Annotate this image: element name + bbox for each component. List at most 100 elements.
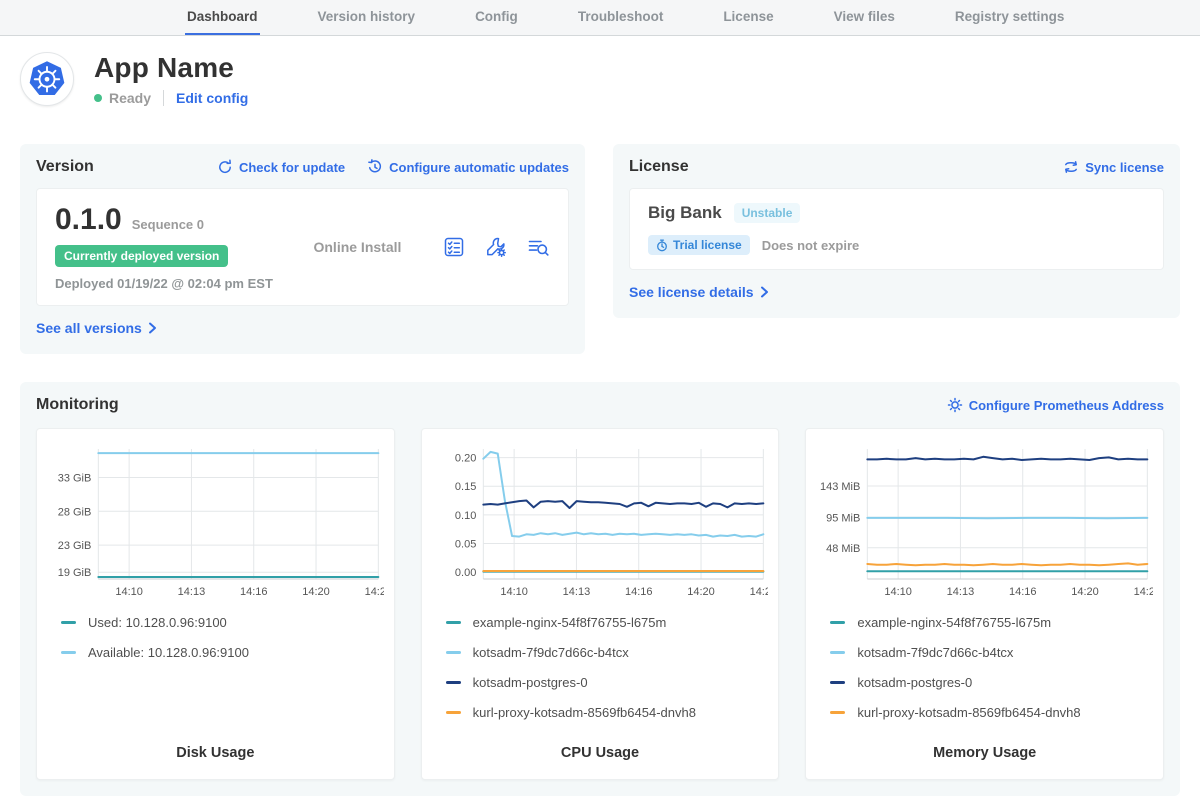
config-wrench-icon xyxy=(484,235,508,259)
trial-license-badge: Trial license xyxy=(648,235,750,255)
cpu-usage-chart: 0.000.050.100.150.2014:1014:1314:1614:20… xyxy=(432,441,769,601)
legend-label: Available: 10.128.0.96:9100 xyxy=(88,645,249,660)
svg-text:0.05: 0.05 xyxy=(455,538,476,550)
app-status: Ready xyxy=(109,90,151,106)
tab-registry-settings[interactable]: Registry settings xyxy=(953,0,1067,35)
tab-dashboard[interactable]: Dashboard xyxy=(185,0,260,35)
svg-text:14:16: 14:16 xyxy=(1009,586,1037,598)
refresh-icon xyxy=(217,159,233,175)
legend-color-dash xyxy=(61,651,76,654)
legend-color-dash xyxy=(830,681,845,684)
svg-text:143 MiB: 143 MiB xyxy=(820,481,860,493)
app-avatar xyxy=(20,52,74,106)
legend-color-dash xyxy=(446,651,461,654)
legend-label: kurl-proxy-kotsadm-8569fb6454-dnvh8 xyxy=(857,705,1080,720)
chevron-right-icon xyxy=(760,286,769,298)
preflight-checks-icon xyxy=(442,235,466,259)
legend-item: kotsadm-postgres-0 xyxy=(830,675,1153,690)
version-card: Version Check for update xyxy=(20,144,585,354)
version-number: 0.1.0 xyxy=(55,203,122,237)
top-nav: Dashboard Version history Config Trouble… xyxy=(0,0,1200,36)
svg-text:95 MiB: 95 MiB xyxy=(826,512,860,524)
svg-text:14:16: 14:16 xyxy=(625,586,653,598)
svg-text:14:10: 14:10 xyxy=(885,586,913,598)
chevron-right-icon xyxy=(148,322,157,334)
divider xyxy=(163,90,164,106)
clock-refresh-icon xyxy=(367,159,383,175)
disk-usage-legend: Used: 10.128.0.96:9100 Available: 10.128.… xyxy=(61,615,384,675)
legend-label: Used: 10.128.0.96:9100 xyxy=(88,615,227,630)
deployed-timestamp: Deployed 01/19/22 @ 02:04 pm EST xyxy=(55,276,273,291)
license-card-title: License xyxy=(629,158,689,176)
svg-text:14:20: 14:20 xyxy=(687,586,715,598)
svg-text:14:10: 14:10 xyxy=(115,586,143,598)
svg-text:14:13: 14:13 xyxy=(947,586,975,598)
kubernetes-logo-icon xyxy=(28,60,66,98)
tab-version-history[interactable]: Version history xyxy=(316,0,418,35)
sync-license-button[interactable]: Sync license xyxy=(1063,159,1164,175)
memory-usage-chart-card: 48 MiB95 MiB143 MiB14:1014:1314:1614:201… xyxy=(805,428,1164,780)
stopwatch-icon xyxy=(656,239,668,252)
legend-item: kotsadm-postgres-0 xyxy=(446,675,769,690)
view-logs-button[interactable] xyxy=(526,235,550,259)
ready-status-dot xyxy=(94,94,102,102)
svg-text:14:23: 14:23 xyxy=(365,586,384,598)
see-license-details-link[interactable]: See license details xyxy=(629,284,769,300)
legend-item: Used: 10.128.0.96:9100 xyxy=(61,615,384,630)
svg-text:14:23: 14:23 xyxy=(749,586,768,598)
see-all-versions-link[interactable]: See all versions xyxy=(36,320,157,336)
legend-label: kotsadm-postgres-0 xyxy=(473,675,588,690)
license-expiry: Does not expire xyxy=(762,238,860,253)
svg-text:14:20: 14:20 xyxy=(1072,586,1100,598)
gear-icon xyxy=(947,397,963,413)
configure-prometheus-button[interactable]: Configure Prometheus Address xyxy=(947,397,1164,413)
cpu-usage-chart-card: 0.000.050.100.150.2014:1014:1314:1614:20… xyxy=(421,428,780,780)
chart-title: CPU Usage xyxy=(432,735,769,761)
tab-config[interactable]: Config xyxy=(473,0,520,35)
legend-label: example-nginx-54f8f76755-l675m xyxy=(473,615,667,630)
edit-config-link[interactable]: Edit config xyxy=(176,90,248,106)
legend-item: kotsadm-7f9dc7d66c-b4tcx xyxy=(446,645,769,660)
svg-text:0.15: 0.15 xyxy=(455,481,476,493)
legend-item: kurl-proxy-kotsadm-8569fb6454-dnvh8 xyxy=(830,705,1153,720)
check-for-update-button[interactable]: Check for update xyxy=(217,159,345,175)
view-logs-icon xyxy=(526,235,550,259)
version-sequence: Sequence 0 xyxy=(132,217,204,232)
svg-text:14:16: 14:16 xyxy=(240,586,268,598)
legend-color-dash xyxy=(830,651,845,654)
svg-text:0.20: 0.20 xyxy=(455,453,476,465)
channel-badge: Unstable xyxy=(734,203,801,223)
edit-config-button[interactable] xyxy=(484,235,508,259)
tab-view-files[interactable]: View files xyxy=(832,0,897,35)
tab-license[interactable]: License xyxy=(721,0,775,35)
legend-label: example-nginx-54f8f76755-l675m xyxy=(857,615,1051,630)
license-panel: Big Bank Unstable Trial license xyxy=(629,188,1164,270)
legend-item: kurl-proxy-kotsadm-8569fb6454-dnvh8 xyxy=(446,705,769,720)
disk-usage-chart-card: 19 GiB23 GiB28 GiB33 GiB14:1014:1314:161… xyxy=(36,428,395,780)
disk-usage-chart: 19 GiB23 GiB28 GiB33 GiB14:1014:1314:161… xyxy=(47,441,384,601)
license-card: License Sync license Big Bank Unstable xyxy=(613,144,1180,318)
monitoring-title: Monitoring xyxy=(36,396,119,414)
svg-text:14:13: 14:13 xyxy=(178,586,206,598)
chart-title: Disk Usage xyxy=(47,735,384,761)
tab-troubleshoot[interactable]: Troubleshoot xyxy=(576,0,666,35)
cpu-usage-legend: example-nginx-54f8f76755-l675m kotsadm-7f… xyxy=(446,615,769,735)
preflight-checks-button[interactable] xyxy=(442,235,466,259)
legend-item: example-nginx-54f8f76755-l675m xyxy=(446,615,769,630)
legend-item: example-nginx-54f8f76755-l675m xyxy=(830,615,1153,630)
legend-color-dash xyxy=(446,711,461,714)
svg-text:14:20: 14:20 xyxy=(302,586,330,598)
legend-label: kotsadm-postgres-0 xyxy=(857,675,972,690)
svg-text:33 GiB: 33 GiB xyxy=(58,472,92,484)
svg-text:14:10: 14:10 xyxy=(500,586,528,598)
legend-item: Available: 10.128.0.96:9100 xyxy=(61,645,384,660)
chart-title: Memory Usage xyxy=(816,735,1153,761)
configure-automatic-updates-button[interactable]: Configure automatic updates xyxy=(367,159,569,175)
legend-item: kotsadm-7f9dc7d66c-b4tcx xyxy=(830,645,1153,660)
sync-arrows-icon xyxy=(1063,159,1079,175)
memory-usage-legend: example-nginx-54f8f76755-l675m kotsadm-7f… xyxy=(830,615,1153,735)
svg-text:48 MiB: 48 MiB xyxy=(826,543,860,555)
install-type: Online Install xyxy=(273,239,442,255)
legend-label: kurl-proxy-kotsadm-8569fb6454-dnvh8 xyxy=(473,705,696,720)
legend-color-dash xyxy=(446,621,461,624)
